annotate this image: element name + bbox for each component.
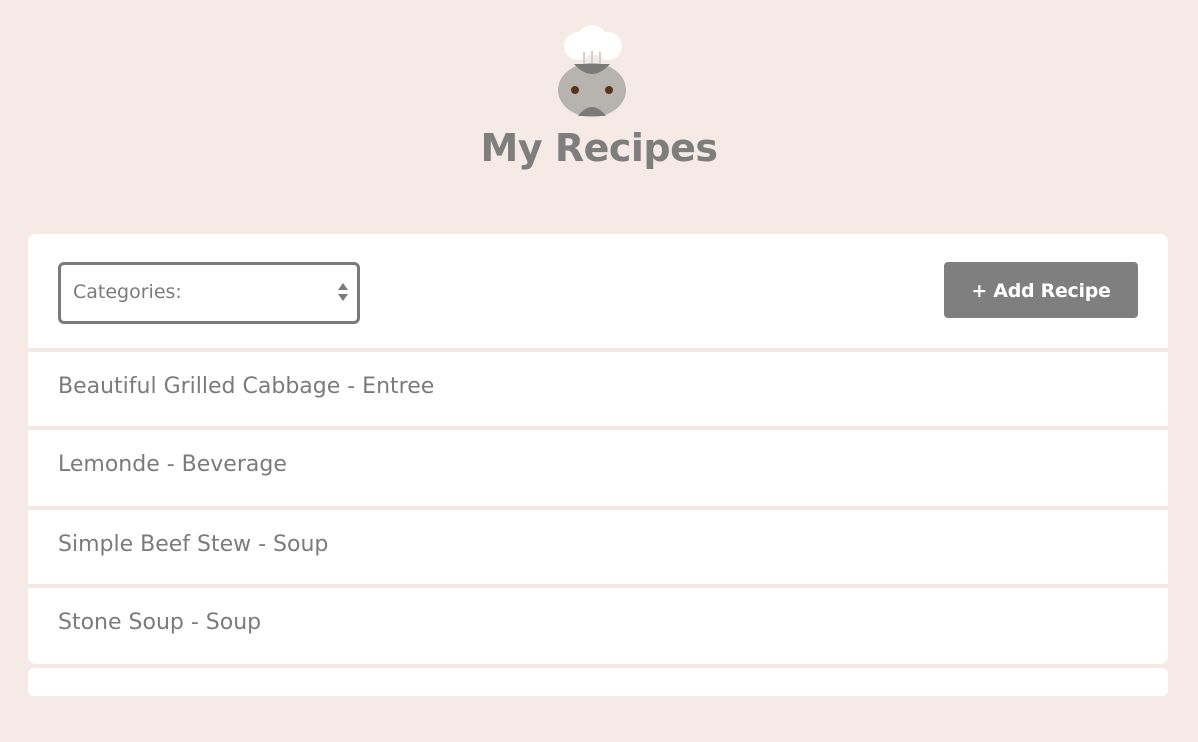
recipe-label: Simple Beef Stew - Soup (58, 532, 329, 557)
category-select[interactable]: Categories: (58, 262, 360, 324)
add-recipe-button[interactable]: + Add Recipe (944, 262, 1138, 318)
toolbar: Categories: + Add Recipe (28, 234, 1168, 348)
recipe-list-item[interactable]: Lemonde - Beverage (28, 430, 1168, 504)
recipe-panel: Categories: + Add Recipe Beautiful Grill… (28, 234, 1168, 664)
select-arrows-icon (338, 283, 348, 301)
recipe-list-item[interactable]: Beautiful Grilled Cabbage - Entree (28, 352, 1168, 426)
page-title: My Recipes (480, 126, 719, 170)
recipe-list-item[interactable]: Stone Soup - Soup (28, 588, 1168, 662)
recipe-list-item[interactable]: Simple Beef Stew - Soup (28, 510, 1168, 584)
category-select-value: Categories: (73, 281, 182, 303)
recipe-label: Stone Soup - Soup (58, 610, 262, 635)
recipe-label: Beautiful Grilled Cabbage - Entree (58, 374, 435, 399)
list-footer (28, 668, 1168, 696)
recipe-label: Lemonde - Beverage (58, 452, 287, 477)
chef-mascot-icon (558, 25, 626, 117)
